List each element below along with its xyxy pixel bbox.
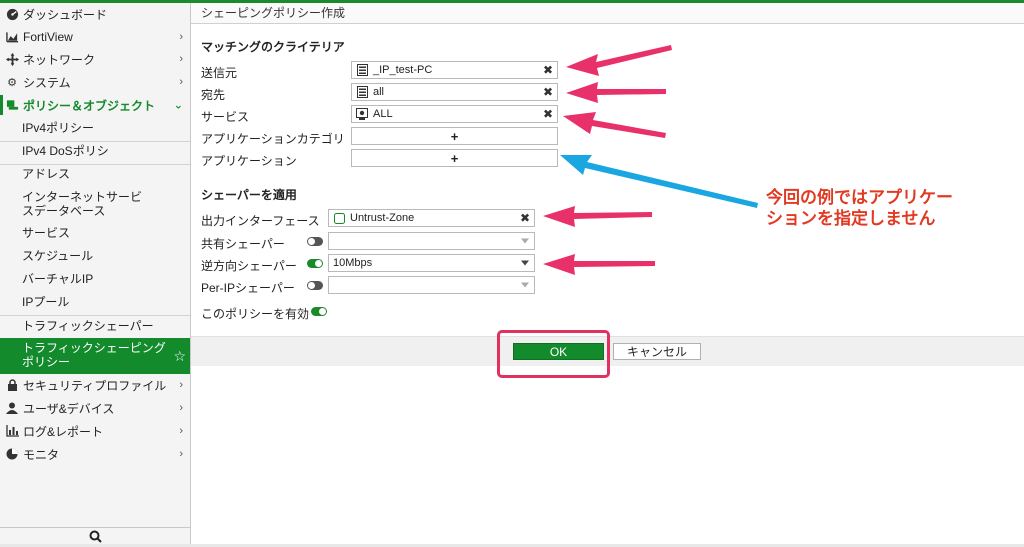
- sidebar-divider: [0, 315, 190, 316]
- sidebar-sub-traffic-shaper[interactable]: トラフィックシェーパー: [0, 319, 190, 333]
- cancel-button[interactable]: キャンセル: [613, 343, 701, 360]
- annotation-note: 今回の例ではアプリケーションを指定しません: [766, 188, 953, 228]
- sidebar-item-label: モニタ: [23, 447, 60, 462]
- shared-shaper-label: 共有シェーパー: [201, 237, 285, 251]
- service-field[interactable]: ALL ✖: [351, 105, 558, 123]
- reverse-shaper-value: 10Mbps: [333, 257, 373, 269]
- chevron-right-icon: ›: [179, 379, 183, 391]
- application-add-field[interactable]: +: [351, 149, 558, 167]
- per-ip-shaper-label: Per-IPシェーパー: [201, 281, 295, 295]
- user-icon: [5, 401, 19, 415]
- service-icon: [356, 108, 368, 120]
- enable-policy-label: このポリシーを有効: [201, 307, 310, 321]
- bar-chart-icon: [5, 424, 19, 438]
- service-label: サービス: [201, 110, 250, 124]
- page-title: シェーピングポリシー作成: [191, 3, 1024, 24]
- sidebar-item-label: FortiView: [23, 30, 73, 44]
- policy-icon: [5, 98, 19, 112]
- app-category-label: アプリケーションカテゴリ: [201, 132, 345, 146]
- outgoing-interface-value: Untrust-Zone: [350, 212, 415, 224]
- sidebar-item-label: セキュリティプロファイル: [23, 378, 167, 393]
- main-panel: シェーピングポリシー作成 マッチングのクライテリア 送信元 _IP_test-P…: [191, 3, 1024, 547]
- application-label: アプリケーション: [201, 154, 297, 168]
- sidebar-item-label: ユーザ&デバイス: [23, 401, 115, 416]
- app-category-add-field[interactable]: +: [351, 127, 558, 145]
- gear-icon: ⚙: [7, 76, 17, 89]
- address-list-icon: [356, 64, 368, 76]
- per-ip-shaper-select[interactable]: [328, 276, 535, 294]
- sidebar-item-dashboard[interactable]: ダッシュボード: [0, 5, 190, 23]
- sidebar-item-label: ネットワーク: [23, 52, 96, 67]
- sidebar-item-label: トラフィックシェーピングポリシー: [22, 341, 166, 369]
- sidebar-item-system[interactable]: ⚙ システム ›: [0, 73, 190, 91]
- remove-icon[interactable]: ✖: [520, 211, 530, 225]
- outgoing-interface-label: 出力インターフェース: [201, 214, 320, 228]
- reverse-shaper-label: 逆方向シェーパー: [201, 259, 297, 273]
- network-icon: [5, 52, 19, 66]
- chevron-right-icon: ›: [179, 425, 183, 437]
- shared-shaper-toggle[interactable]: [307, 237, 323, 246]
- chevron-down-icon: [521, 282, 529, 288]
- remove-icon[interactable]: ✖: [543, 63, 553, 77]
- service-value: ALL: [373, 108, 393, 120]
- sidebar-item-label: ダッシュボード: [23, 7, 108, 22]
- sidebar-sub-ipv4-dos-policy[interactable]: IPv4 DoSポリシ: [0, 144, 190, 158]
- sidebar-item-user-device[interactable]: ユーザ&デバイス ›: [0, 399, 190, 417]
- sidebar-item-label: ログ&レポート: [23, 424, 104, 439]
- sidebar-sub-traffic-shaping-policy[interactable]: トラフィックシェーピングポリシー ☆: [0, 338, 190, 374]
- source-label: 送信元: [201, 66, 238, 80]
- sidebar-divider: [0, 141, 190, 142]
- chevron-down-icon: [521, 238, 529, 244]
- sidebar-sub-address[interactable]: アドレス: [0, 167, 190, 181]
- sidebar-item-monitor[interactable]: モニタ ›: [0, 445, 190, 463]
- destination-field[interactable]: all ✖: [351, 83, 558, 101]
- sidebar-sub-ip-pool[interactable]: IPプール: [0, 295, 190, 309]
- per-ip-shaper-toggle[interactable]: [307, 281, 323, 290]
- chart-icon: [5, 30, 19, 44]
- sidebar-item-log-report[interactable]: ログ&レポート ›: [0, 422, 190, 440]
- outgoing-interface-field[interactable]: Untrust-Zone ✖: [328, 209, 535, 227]
- destination-label: 宛先: [201, 88, 226, 102]
- sidebar-item-policy-objects[interactable]: ポリシー＆オブジェクト ⌄: [0, 95, 190, 115]
- add-icon[interactable]: +: [451, 151, 459, 166]
- pie-chart-icon: [5, 447, 19, 461]
- shared-shaper-select[interactable]: [328, 232, 535, 250]
- sidebar-item-network[interactable]: ネットワーク ›: [0, 50, 190, 68]
- chevron-right-icon: ›: [179, 31, 183, 43]
- chevron-down-icon: ⌄: [173, 99, 183, 112]
- sidebar-sub-internet-service-db[interactable]: インターネットサービスデータベース: [0, 190, 150, 218]
- apply-shaper-heading: シェーパーを適用: [201, 188, 297, 202]
- sidebar-divider: [0, 164, 190, 165]
- chevron-right-icon: ›: [179, 448, 183, 460]
- reverse-shaper-select[interactable]: 10Mbps: [328, 254, 535, 272]
- sidebar-sub-ipv4-policy[interactable]: IPv4ポリシー: [0, 121, 190, 135]
- source-field[interactable]: _IP_test-PC ✖: [351, 61, 558, 79]
- dashboard-icon: [5, 7, 19, 21]
- ok-highlight-box: [497, 330, 610, 378]
- chevron-right-icon: ›: [179, 53, 183, 65]
- address-list-icon: [356, 86, 368, 98]
- star-icon[interactable]: ☆: [173, 349, 186, 363]
- source-value: _IP_test-PC: [373, 64, 433, 76]
- chevron-right-icon: ›: [179, 76, 183, 88]
- sidebar-sub-service[interactable]: サービス: [0, 226, 190, 240]
- enable-policy-toggle[interactable]: [311, 307, 327, 316]
- chevron-right-icon: ›: [179, 402, 183, 414]
- sidebar-item-security-profiles[interactable]: セキュリティプロファイル ›: [0, 376, 190, 394]
- sidebar-item-label: システム: [23, 75, 71, 90]
- sidebar-sub-virtual-ip[interactable]: バーチャルIP: [0, 272, 190, 286]
- matching-criteria-heading: マッチングのクライテリア: [201, 40, 345, 54]
- destination-value: all: [373, 86, 385, 98]
- sidebar-item-fortiview[interactable]: FortiView ›: [0, 28, 190, 46]
- lock-icon: [5, 378, 19, 392]
- sidebar-sub-schedule[interactable]: スケジュール: [0, 249, 190, 263]
- reverse-shaper-toggle[interactable]: [307, 259, 323, 268]
- sidebar: ダッシュボード FortiView › ネットワーク › ⚙ システム › ポリ…: [0, 3, 191, 547]
- remove-icon[interactable]: ✖: [543, 107, 553, 121]
- zone-icon: [333, 212, 345, 224]
- add-icon[interactable]: +: [451, 129, 459, 144]
- chevron-down-icon: [521, 260, 529, 266]
- remove-icon[interactable]: ✖: [543, 85, 553, 99]
- sidebar-item-label: ポリシー＆オブジェクト: [23, 98, 156, 113]
